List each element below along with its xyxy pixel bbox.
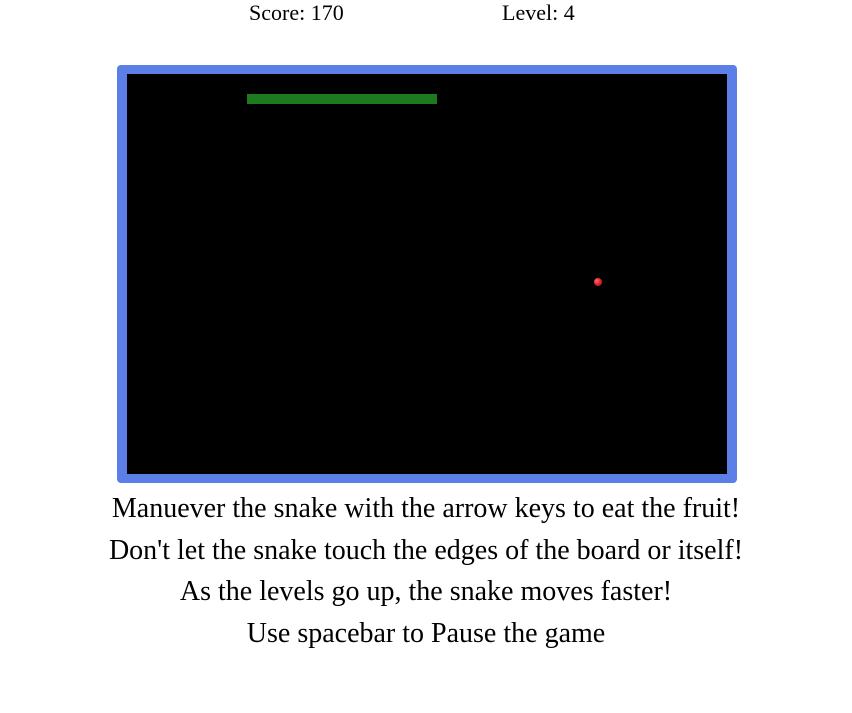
- snake: [247, 94, 437, 104]
- game-board[interactable]: [127, 74, 727, 474]
- score-display: Score: 170: [249, 0, 344, 25]
- instructions: Manuever the snake with the arrow keys t…: [0, 488, 852, 654]
- instruction-line-2: Don't let the snake touch the edges of t…: [108, 534, 744, 566]
- fruit: [594, 278, 602, 286]
- instruction-line-1: Manuever the snake with the arrow keys t…: [111, 493, 741, 524]
- instruction-line-4: Use spacebar to Pause the game: [246, 617, 606, 649]
- level-display: Level: 4: [502, 0, 575, 25]
- instruction-line-3: As the levels go up, the snake moves fas…: [179, 576, 673, 607]
